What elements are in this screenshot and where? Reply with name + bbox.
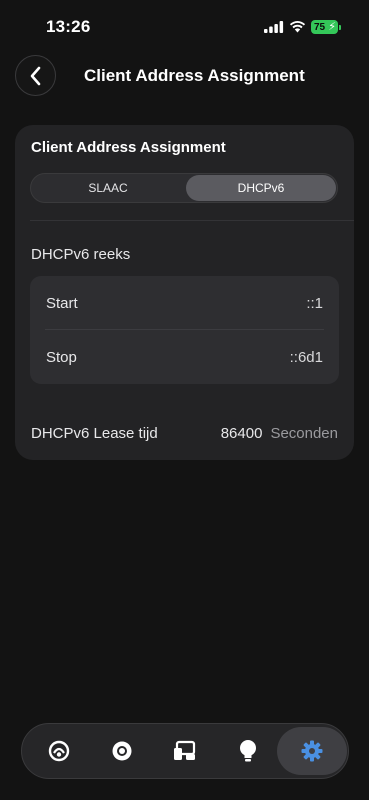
tab-lightbulb[interactable] — [216, 724, 280, 778]
range-start-value: ::1 — [306, 294, 323, 312]
segment-slaac[interactable]: SLAAC — [32, 175, 184, 201]
charging-bolt-icon: ⚡ — [328, 21, 336, 33]
tab-settings[interactable] — [277, 727, 347, 775]
wifi-icon — [289, 21, 306, 33]
range-section-label: DHCPv6 reeks — [31, 246, 131, 263]
tab-devices[interactable] — [153, 724, 217, 778]
tab-bar — [21, 723, 349, 779]
card-title: Client Address Assignment — [31, 139, 226, 156]
tab-network[interactable] — [27, 724, 91, 778]
address-assignment-card: Client Address Assignment SLAAC DHCPv6 D… — [15, 125, 354, 460]
battery-nub — [339, 25, 341, 30]
back-button[interactable] — [15, 55, 56, 96]
range-start-row[interactable]: Start ::1 — [30, 276, 339, 330]
status-time: 13:26 — [46, 17, 91, 36]
lease-time-row[interactable]: DHCPv6 Lease tijd 86400 Seconden — [31, 425, 338, 442]
devices-icon — [174, 740, 196, 760]
lease-time-label: DHCPv6 Lease tijd — [31, 425, 158, 442]
signal-icon — [264, 21, 284, 33]
network-icon — [48, 740, 70, 762]
lightbulb-icon — [240, 740, 256, 762]
assignment-mode-segmented-control: SLAAC DHCPv6 — [30, 173, 338, 203]
lease-time-unit: Seconden — [270, 425, 338, 442]
page-title: Client Address Assignment — [84, 66, 305, 85]
tab-record[interactable] — [90, 724, 154, 778]
lease-time-value: 86400 — [220, 425, 263, 442]
range-stop-value: ::6d1 — [289, 348, 323, 366]
battery-indicator: 75 ⚡ — [311, 20, 338, 34]
record-icon — [112, 741, 132, 761]
status-bar: 13:26 75 ⚡ — [0, 0, 369, 52]
segment-dhcpv6[interactable]: DHCPv6 — [186, 175, 336, 201]
gear-icon — [301, 740, 323, 762]
chevron-left-icon — [30, 66, 40, 85]
range-stop-label: Stop — [46, 348, 77, 366]
range-box: Start ::1 Stop ::6d1 — [30, 276, 339, 384]
section-divider — [30, 220, 354, 221]
range-stop-row[interactable]: Stop ::6d1 — [30, 330, 339, 384]
battery-percent: 75 — [314, 21, 326, 33]
range-start-label: Start — [46, 294, 78, 312]
lease-time-value-group: 86400 Seconden — [221, 425, 338, 442]
